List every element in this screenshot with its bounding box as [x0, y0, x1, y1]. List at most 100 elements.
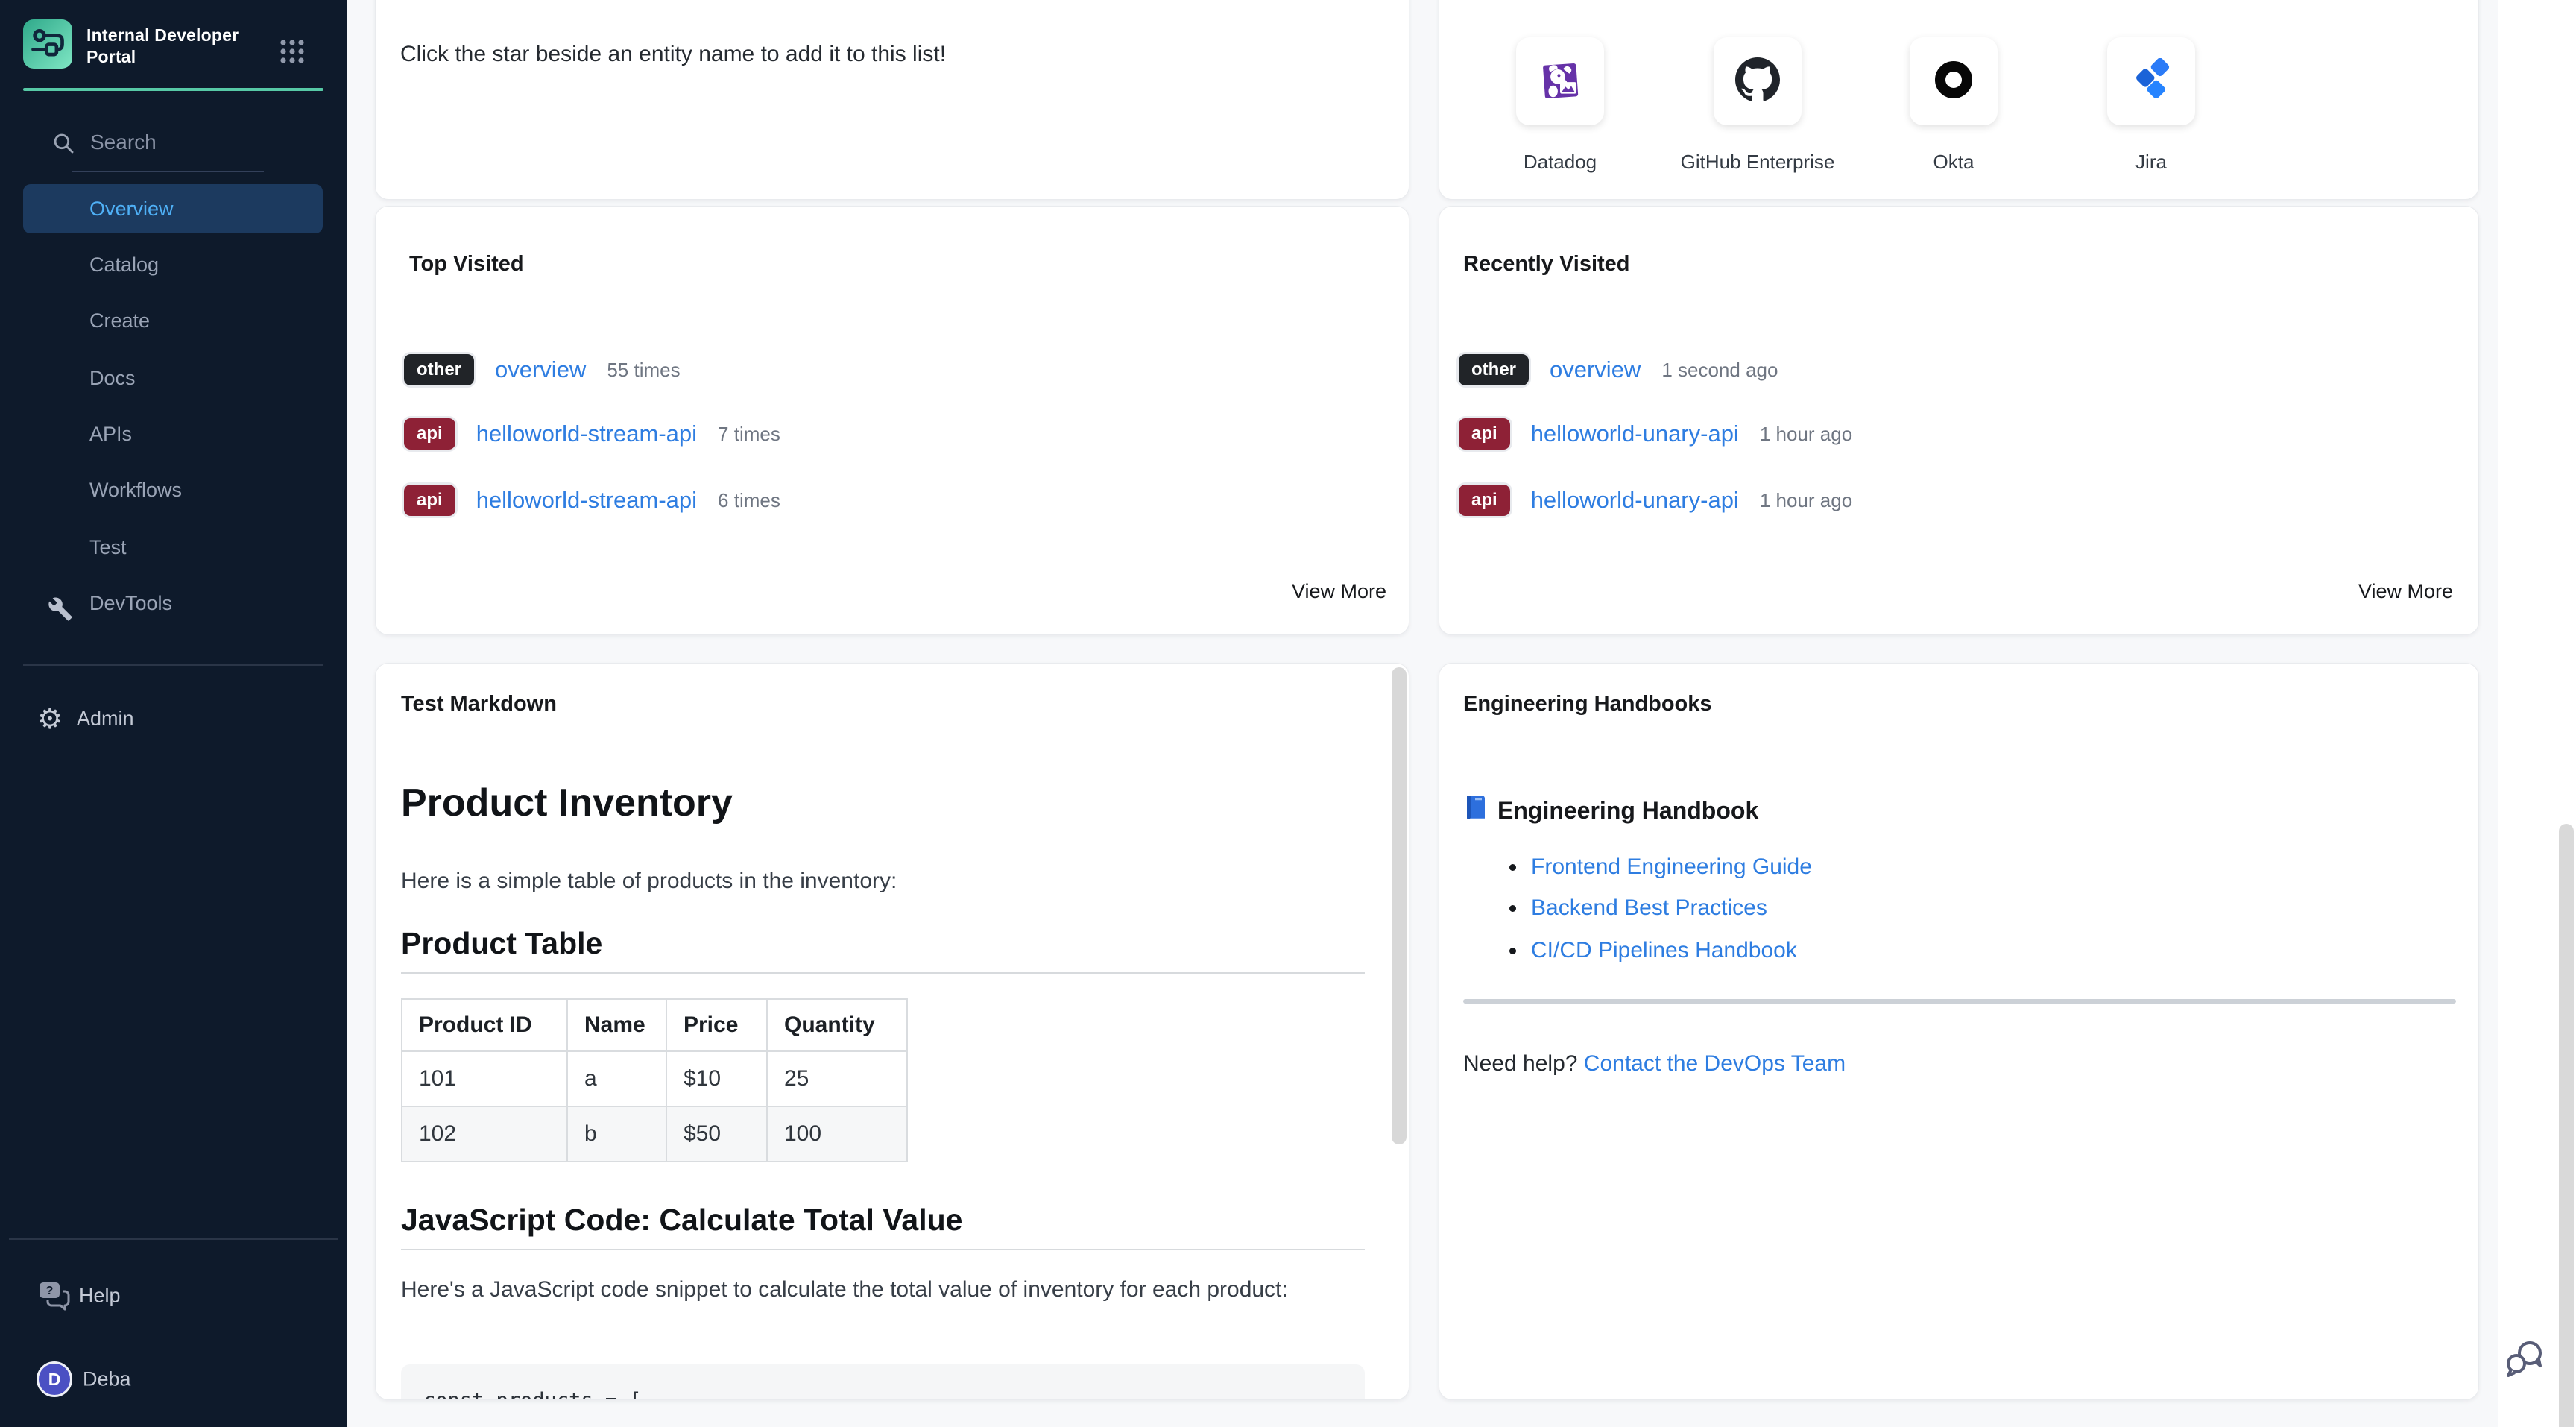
- table-cell: 25: [767, 1051, 907, 1106]
- sidebar: Internal Developer Portal Search Overvie…: [0, 0, 347, 1427]
- jira-tile[interactable]: [2107, 37, 2195, 125]
- sidebar-item-label: APIs: [89, 423, 132, 445]
- table-cell: 100: [767, 1106, 907, 1162]
- sidebar-divider-bottom: [9, 1238, 338, 1240]
- sidebar-item-label: Docs: [89, 367, 136, 389]
- visited-row: other overview 55 times: [404, 350, 681, 389]
- markdown-h1: Product Inventory: [401, 781, 733, 825]
- bullet-dot: [1509, 905, 1516, 912]
- sidebar-item-docs[interactable]: Docs: [23, 353, 323, 403]
- help-line: Need help? Contact the DevOps Team: [1463, 1051, 1846, 1077]
- okta-tile[interactable]: [1910, 37, 1998, 125]
- sidebar-item-help[interactable]: ? Help: [0, 1271, 347, 1320]
- entity-link[interactable]: overview: [495, 356, 586, 383]
- entity-link[interactable]: helloworld-unary-api: [1531, 487, 1739, 514]
- sidebar-item-test[interactable]: Test: [23, 523, 323, 572]
- devops-contact-link[interactable]: Contact the DevOps Team: [1584, 1051, 1846, 1076]
- page-scrollbar[interactable]: [2559, 824, 2574, 1427]
- starred-entities-card: Click the star beside an entity name to …: [375, 0, 1409, 200]
- sidebar-item-label: Create: [89, 309, 150, 332]
- github-tile[interactable]: [1714, 37, 1802, 125]
- entity-link[interactable]: helloworld-stream-api: [476, 487, 697, 514]
- handbook-section-heading: Engineering Handbook: [1463, 793, 1758, 828]
- tool-label: Okta: [1842, 151, 2065, 174]
- apps-grid-icon[interactable]: [277, 36, 307, 66]
- card-title: Top Visited: [409, 252, 524, 277]
- markdown-paragraph: Here's a JavaScript code snippet to calc…: [401, 1271, 1348, 1308]
- sidebar-divider: [23, 664, 323, 666]
- kind-chip: api: [404, 485, 455, 516]
- avatar-initial: D: [48, 1370, 61, 1390]
- sidebar-item-workflows[interactable]: Workflows: [23, 465, 323, 514]
- entity-link[interactable]: overview: [1550, 356, 1641, 383]
- github-logo-icon: [1735, 57, 1780, 106]
- card-title: Recently Visited: [1463, 252, 1630, 277]
- tool-jira: Jira: [2107, 37, 2195, 125]
- help-label: Help: [79, 1285, 121, 1308]
- datadog-tile[interactable]: [1516, 37, 1604, 125]
- kind-chip: api: [1459, 485, 1510, 516]
- table-header: Name: [567, 999, 666, 1051]
- sidebar-search[interactable]: Search: [0, 119, 347, 167]
- sidebar-user[interactable]: D Deba: [0, 1355, 347, 1404]
- recently-visited-card: Recently Visited other overview 1 second…: [1439, 206, 2479, 635]
- sidebar-item-create[interactable]: Create: [23, 296, 323, 345]
- app-logo[interactable]: [23, 19, 72, 69]
- sidebar-item-admin[interactable]: ⚙ Admin: [0, 694, 347, 743]
- sidebar-item-label: Workflows: [89, 479, 182, 501]
- markdown-divider: [401, 1249, 1365, 1250]
- table-row: 102 b $50 100: [402, 1106, 907, 1162]
- kind-chip: other: [404, 354, 474, 385]
- handbook-list-item: CI/CD Pipelines Handbook: [1509, 934, 1797, 967]
- entity-link[interactable]: helloworld-unary-api: [1531, 420, 1739, 447]
- visited-row: api helloworld-unary-api 1 hour ago: [1459, 481, 1852, 520]
- product-table: Product ID Name Price Quantity 101 a $10…: [401, 998, 908, 1162]
- sidebar-accent-divider: [23, 88, 323, 91]
- datadog-logo-icon: [1537, 57, 1583, 107]
- visit-count: 7 times: [718, 423, 780, 446]
- view-more-button[interactable]: View More: [1292, 580, 1386, 603]
- visit-count: 6 times: [718, 489, 780, 512]
- handbook-link[interactable]: Backend Best Practices: [1531, 895, 1767, 921]
- card-title: Engineering Handbooks: [1463, 692, 1712, 716]
- bullet-dot: [1509, 948, 1516, 954]
- table-cell: $10: [666, 1051, 767, 1106]
- search-underline: [72, 171, 264, 172]
- sidebar-item-overview[interactable]: Overview: [23, 184, 323, 233]
- chat-widget-button[interactable]: [2503, 1336, 2548, 1381]
- search-icon: [51, 130, 76, 156]
- table-header-row: Product ID Name Price Quantity: [402, 999, 907, 1051]
- markdown-divider: [401, 972, 1365, 974]
- chat-bubbles-icon: [2503, 1371, 2548, 1384]
- tool-label: Jira: [2039, 151, 2263, 174]
- handbook-list-item: Frontend Engineering Guide: [1509, 851, 1812, 883]
- visited-row: api helloworld-stream-api 7 times: [404, 415, 780, 453]
- table-row: 101 a $10 25: [402, 1051, 907, 1106]
- search-input[interactable]: Search: [90, 130, 157, 154]
- visit-count: 55 times: [607, 359, 680, 382]
- kind-chip: api: [1459, 418, 1510, 450]
- code-snippet: const products = [: [423, 1389, 642, 1400]
- sidebar-item-devtools[interactable]: DevTools: [23, 579, 323, 628]
- visit-time: 1 hour ago: [1760, 489, 1852, 512]
- sidebar-item-catalog[interactable]: Catalog: [23, 240, 323, 289]
- table-header: Quantity: [767, 999, 907, 1051]
- entity-link[interactable]: helloworld-stream-api: [476, 420, 697, 447]
- markdown-h2-js-code: JavaScript Code: Calculate Total Value: [401, 1203, 962, 1238]
- table-cell: b: [567, 1106, 666, 1162]
- card-scrollbar[interactable]: [1392, 667, 1407, 1144]
- svg-text:?: ?: [46, 1285, 54, 1297]
- app-root: Internal Developer Portal Search Overvie…: [0, 0, 2576, 1427]
- portal-logo-icon: [27, 22, 69, 67]
- handbook-list-item: Backend Best Practices: [1509, 892, 1767, 924]
- handbook-link[interactable]: Frontend Engineering Guide: [1531, 854, 1812, 880]
- visit-time: 1 second ago: [1661, 359, 1778, 382]
- handbook-link[interactable]: CI/CD Pipelines Handbook: [1531, 938, 1797, 963]
- top-visited-card: Top Visited other overview 55 times api …: [375, 206, 1409, 635]
- help-prefix: Need help?: [1463, 1051, 1584, 1076]
- tool-okta: Okta: [1910, 37, 1998, 125]
- tool-label: GitHub Enterprise: [1646, 151, 1869, 174]
- visited-row: api helloworld-stream-api 6 times: [404, 481, 780, 520]
- view-more-button[interactable]: View More: [2358, 580, 2453, 603]
- sidebar-item-apis[interactable]: APIs: [23, 409, 323, 459]
